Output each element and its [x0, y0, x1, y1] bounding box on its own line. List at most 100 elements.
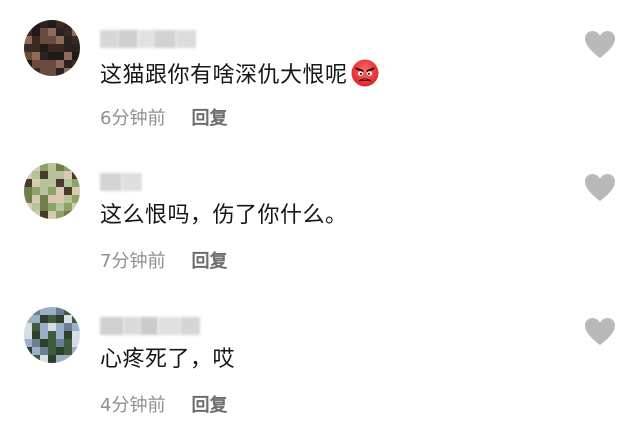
avatar-mosaic-tile — [32, 323, 40, 331]
comment-time: 6分钟前 — [100, 108, 166, 129]
comment-item: 这猫跟你有啥深仇大恨呢 6分钟前 回复 — [0, 0, 640, 140]
avatar-mosaic-tile — [24, 195, 32, 203]
avatar-mosaic-tile — [72, 179, 80, 187]
avatar-mosaic-tile — [64, 203, 72, 211]
avatar-mosaic-tile — [32, 195, 40, 203]
avatar-mosaic-tile — [40, 52, 48, 60]
avatar-mosaic-tile — [32, 315, 40, 323]
comment-item: 这么恨吗，伤了你什么。 7分钟前 回复 — [0, 143, 640, 283]
avatar-mosaic-tile — [72, 211, 80, 219]
avatar-mosaic-tile — [40, 323, 48, 331]
avatar-mosaic-tile — [48, 195, 56, 203]
avatar-mosaic-tile — [24, 339, 32, 347]
avatar-mosaic-tile — [56, 163, 64, 171]
avatar-mosaic-tile — [48, 171, 56, 179]
comment-time: 4分钟前 — [100, 395, 166, 416]
avatar-mosaic-tile — [32, 203, 40, 211]
avatar-mosaic-tile — [24, 315, 32, 323]
avatar-mosaic-tile — [56, 347, 64, 355]
avatar-mosaic-tile — [24, 323, 32, 331]
avatar-mosaic-tile — [48, 68, 56, 76]
avatar-mosaic-tile — [40, 68, 48, 76]
avatar-mosaic-tile — [40, 187, 48, 195]
avatar-mosaic-tile — [56, 315, 64, 323]
comment-meta: 4分钟前 回复 — [100, 395, 227, 417]
avatar-mosaic-tile — [48, 179, 56, 187]
avatar-mosaic-tile — [32, 307, 40, 315]
avatar-mosaic-tile — [72, 52, 80, 60]
avatar-mosaic-tile — [24, 307, 32, 315]
avatar-mosaic-tile — [64, 355, 72, 363]
comment-meta: 7分钟前 回复 — [100, 251, 227, 273]
avatar-mosaic-tile — [24, 203, 32, 211]
avatar-mosaic-tile — [48, 339, 56, 347]
username-blur-block — [140, 317, 158, 335]
avatar-mosaic-tile — [56, 36, 64, 44]
avatar-mosaic-tile — [48, 355, 56, 363]
avatar-mosaic-tile — [72, 68, 80, 76]
avatar-mosaic-tile — [72, 60, 80, 68]
username-blurred[interactable] — [100, 30, 196, 48]
avatar-mosaic-tile — [64, 195, 72, 203]
avatar-mosaic-tile — [64, 163, 72, 171]
avatar-mosaic-tile — [56, 28, 64, 36]
avatar-mosaic-tile — [64, 315, 72, 323]
avatar-mosaic-tile — [64, 187, 72, 195]
avatar-mosaic-tile — [72, 36, 80, 44]
avatar-mosaic-tile — [48, 163, 56, 171]
avatar[interactable] — [24, 163, 80, 219]
avatar-mosaic-tile — [32, 355, 40, 363]
avatar-mosaic-tile — [40, 339, 48, 347]
avatar-mosaic-tile — [32, 331, 40, 339]
avatar-mosaic-tile — [40, 179, 48, 187]
reply-button[interactable]: 回复 — [191, 108, 227, 129]
heart-icon[interactable] — [584, 173, 616, 203]
avatar-mosaic-tile — [32, 68, 40, 76]
avatar-mosaic-tile — [32, 44, 40, 52]
avatar-mosaic-tile — [24, 68, 32, 76]
avatar-mosaic-tile — [32, 52, 40, 60]
avatar[interactable] — [24, 20, 80, 76]
comment-item: 心疼死了，哎 4分钟前 回复 — [0, 287, 640, 427]
avatar-mosaic-tile — [32, 339, 40, 347]
avatar-mosaic-tile — [64, 52, 72, 60]
avatar-mosaic-tile — [64, 171, 72, 179]
username-blurred[interactable] — [100, 317, 200, 335]
avatar-mosaic-tile — [32, 171, 40, 179]
avatar-mosaic-tile — [24, 52, 32, 60]
avatar-mosaic-tile — [40, 315, 48, 323]
avatar[interactable] — [24, 307, 80, 363]
comment-text-content: 这猫跟你有啥深仇大恨呢 — [100, 63, 348, 88]
avatar-mosaic-tile — [48, 323, 56, 331]
username-blur-block — [180, 317, 200, 335]
avatar-mosaic-tile — [48, 44, 56, 52]
avatar-mosaic-tile — [64, 331, 72, 339]
avatar-mosaic-tile — [32, 179, 40, 187]
avatar-mosaic-tile — [32, 60, 40, 68]
avatar-mosaic-tile — [64, 339, 72, 347]
avatar-mosaic-tile — [48, 307, 56, 315]
avatar-mosaic-tile — [48, 203, 56, 211]
avatar-mosaic-tile — [40, 28, 48, 36]
avatar-mosaic-tile — [72, 28, 80, 36]
reply-button[interactable]: 回复 — [191, 395, 227, 416]
avatar-mosaic-tile — [32, 28, 40, 36]
username-blurred[interactable] — [100, 173, 142, 191]
heart-icon[interactable] — [584, 30, 616, 60]
avatar-mosaic-tile — [40, 195, 48, 203]
comment-text: 心疼死了，哎 — [100, 345, 235, 375]
username-blur-block — [100, 173, 122, 191]
avatar-mosaic-tile — [56, 211, 64, 219]
avatar-mosaic-tile — [40, 171, 48, 179]
avatar-mosaic-tile — [32, 187, 40, 195]
avatar-mosaic-tile — [48, 28, 56, 36]
heart-icon[interactable] — [584, 317, 616, 347]
avatar-mosaic-tile — [48, 315, 56, 323]
avatar-mosaic-tile — [56, 60, 64, 68]
avatar-mosaic-tile — [40, 44, 48, 52]
avatar-mosaic-tile — [40, 203, 48, 211]
avatar-mosaic-tile — [56, 331, 64, 339]
avatar-mosaic-tile — [64, 347, 72, 355]
avatar-mosaic-tile — [24, 28, 32, 36]
reply-button[interactable]: 回复 — [191, 251, 227, 272]
